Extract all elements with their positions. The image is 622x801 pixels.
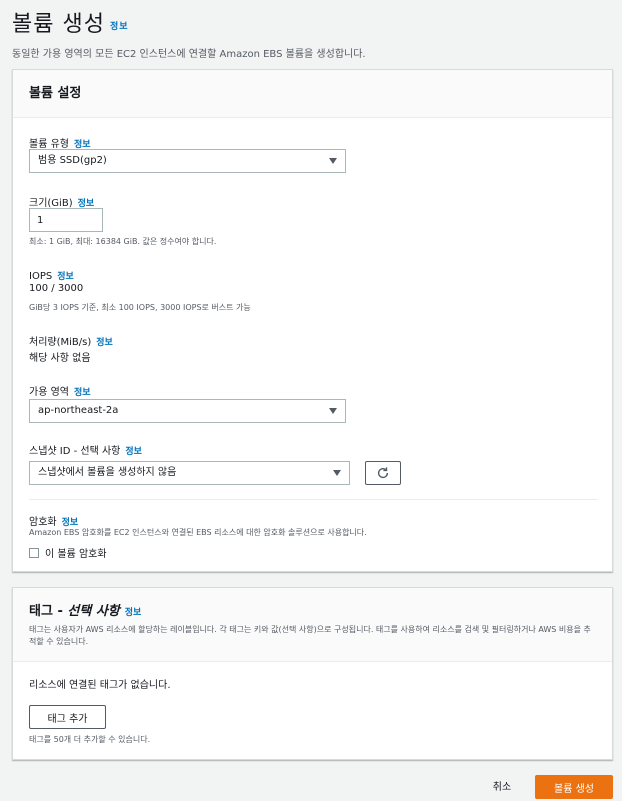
tags-panel: 태그 - 선택 사항 정보 태그는 사용자가 AWS 리소스에 할당하는 레이블입… — [12, 587, 613, 760]
tags-description: 태그는 사용자가 AWS 리소스에 할당하는 레이블입니다. 각 태그는 키와 … — [29, 625, 591, 646]
page-title: 볼륨 생성 정보 — [12, 6, 366, 38]
create-volume-button[interactable]: 볼륨 생성 — [535, 775, 613, 799]
snapshot-select[interactable]: 스냅샷에서 볼륨을 생성하지 않음 — [29, 461, 350, 485]
tags-panel-header: 태그 - 선택 사항 정보 태그는 사용자가 AWS 리소스에 할당하는 레이블입… — [13, 588, 612, 662]
page-header: 볼륨 생성 정보 동일한 가용 영역의 모든 EC2 인스턴스에 연결할 Amaz… — [12, 6, 366, 60]
volume-type-select[interactable]: 범용 SSD(gp2) — [29, 149, 346, 173]
info-link[interactable]: 정보 — [96, 338, 113, 348]
size-hint: 최소: 1 GiB, 최대: 16384 GiB. 값은 정수여야 합니다. — [29, 237, 217, 246]
info-link[interactable]: 정보 — [110, 22, 129, 32]
encryption-hint: Amazon EBS 암호화를 EC2 인스턴스와 연결된 EBS 리소스에 대… — [29, 528, 367, 537]
divider — [29, 499, 598, 500]
caret-down-icon — [329, 408, 337, 414]
snapshot-label: 스냅샷 ID - 선택 사항 정보 — [29, 446, 142, 457]
snapshot-value: 스냅샷에서 볼륨을 생성하지 않음 — [38, 467, 177, 478]
volume-settings-panel: 볼륨 설정 볼륨 유형정보 범용 SSD(gp2) 크기(GiB)정보 최소: … — [12, 69, 613, 572]
cancel-button[interactable]: 취소 — [480, 778, 524, 793]
caret-down-icon — [333, 470, 341, 476]
availability-zone-select[interactable]: ap-northeast-2a — [29, 399, 346, 423]
az-value: ap-northeast-2a — [38, 405, 119, 416]
size-input[interactable] — [29, 208, 103, 232]
encrypt-checkbox[interactable] — [29, 547, 39, 558]
iops-label: IOPS 정보 — [29, 271, 74, 282]
throughput-value: 해당 사항 없음 — [29, 353, 91, 364]
iops-hint: GiB당 3 IOPS 기준, 최소 100 IOPS, 3000 IOPS로 … — [29, 303, 251, 312]
info-link[interactable]: 정보 — [74, 388, 91, 398]
iops-value: 100 / 3000 — [29, 283, 84, 294]
volume-type-value: 범용 SSD(gp2) — [38, 155, 107, 166]
info-link[interactable]: 정보 — [125, 447, 142, 457]
refresh-icon — [377, 467, 389, 479]
tags-title: 태그 - 선택 사항 정보 — [29, 604, 142, 619]
page-title-text: 볼륨 생성 — [12, 12, 105, 37]
az-label: 가용 영역 정보 — [29, 387, 91, 398]
encrypt-checkbox-label: 이 볼륨 암호화 — [45, 549, 107, 560]
page-description: 동일한 가용 영역의 모든 EC2 인스턴스에 연결할 Amazon EBS 볼… — [12, 49, 366, 60]
panel-title: 볼륨 설정 — [29, 86, 82, 101]
encrypt-checkbox-row[interactable]: 이 볼륨 암호화 — [29, 542, 107, 561]
tags-empty-text: 리소스에 연결된 태그가 없습니다. — [29, 680, 171, 691]
info-link[interactable]: 정보 — [57, 272, 74, 282]
throughput-label: 처리량(MiB/s) 정보 — [29, 337, 113, 348]
info-link[interactable]: 정보 — [125, 608, 142, 618]
refresh-button[interactable] — [365, 461, 401, 485]
panel-header: 볼륨 설정 — [13, 70, 612, 118]
tags-limit-hint: 태그를 50개 더 추가할 수 있습니다. — [29, 735, 151, 744]
caret-down-icon — [329, 158, 337, 164]
add-tag-button[interactable]: 태그 추가 — [29, 705, 106, 729]
